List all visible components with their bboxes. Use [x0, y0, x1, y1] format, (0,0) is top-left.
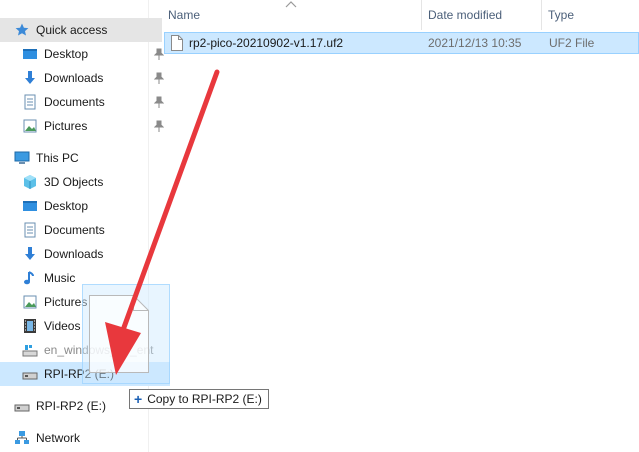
nav-3d-objects[interactable]: 3D Objects: [0, 170, 170, 194]
nav-network[interactable]: Network: [0, 426, 162, 450]
pin-icon: [153, 96, 165, 108]
nav-quick-access[interactable]: Quick access: [0, 18, 162, 42]
cube-icon: [22, 174, 38, 190]
documents-icon: [22, 222, 38, 238]
music-note-icon: [22, 270, 38, 286]
column-header-date-modified[interactable]: Date modified: [422, 0, 540, 30]
file-type: UF2 File: [549, 36, 595, 50]
nav-qa-desktop[interactable]: Desktop: [0, 42, 170, 66]
computer-icon: [14, 150, 30, 166]
drop-tooltip: + Copy to RPI-RP2 (E:): [129, 389, 269, 409]
nav-qa-pictures[interactable]: Pictures: [0, 114, 170, 138]
column-header-name[interactable]: Name: [162, 0, 420, 30]
star-icon: [14, 22, 30, 38]
drive-icon: [22, 366, 38, 382]
nav-documents[interactable]: Documents: [0, 218, 170, 242]
film-strip-icon: [22, 318, 38, 334]
nav-desktop[interactable]: Desktop: [0, 194, 170, 218]
plus-icon: +: [134, 391, 143, 407]
column-header-type[interactable]: Type: [542, 0, 639, 30]
desktop-icon: [22, 46, 38, 62]
navigation-pane: Quick access Desktop Downloads Documents: [0, 0, 170, 452]
drag-ghost: [82, 284, 170, 384]
pin-icon: [153, 48, 165, 60]
nav-qa-documents[interactable]: Documents: [0, 90, 170, 114]
pictures-icon: [22, 294, 38, 310]
file-date-modified: 2021/12/13 10:35: [428, 36, 522, 50]
pin-icon: [153, 120, 165, 132]
dvd-drive-icon: [22, 342, 38, 358]
documents-icon: [22, 94, 38, 110]
nav-qa-downloads[interactable]: Downloads: [0, 66, 170, 90]
nav-this-pc[interactable]: This PC: [0, 146, 162, 170]
desktop-icon: [22, 198, 38, 214]
file-name: rp2-pico-20210902-v1.17.uf2: [189, 36, 344, 50]
drop-tooltip-label: Copy to RPI-RP2 (E:): [147, 392, 262, 406]
file-icon: [171, 34, 185, 54]
network-icon: [14, 430, 30, 446]
drive-icon: [14, 398, 30, 414]
nav-downloads[interactable]: Downloads: [0, 242, 170, 266]
file-row[interactable]: rp2-pico-20210902-v1.17.uf2 2021/12/13 1…: [164, 32, 639, 54]
pictures-icon: [22, 118, 38, 134]
file-page-icon: [89, 295, 149, 373]
pin-icon: [153, 72, 165, 84]
download-arrow-icon: [22, 246, 38, 262]
download-arrow-icon: [22, 70, 38, 86]
